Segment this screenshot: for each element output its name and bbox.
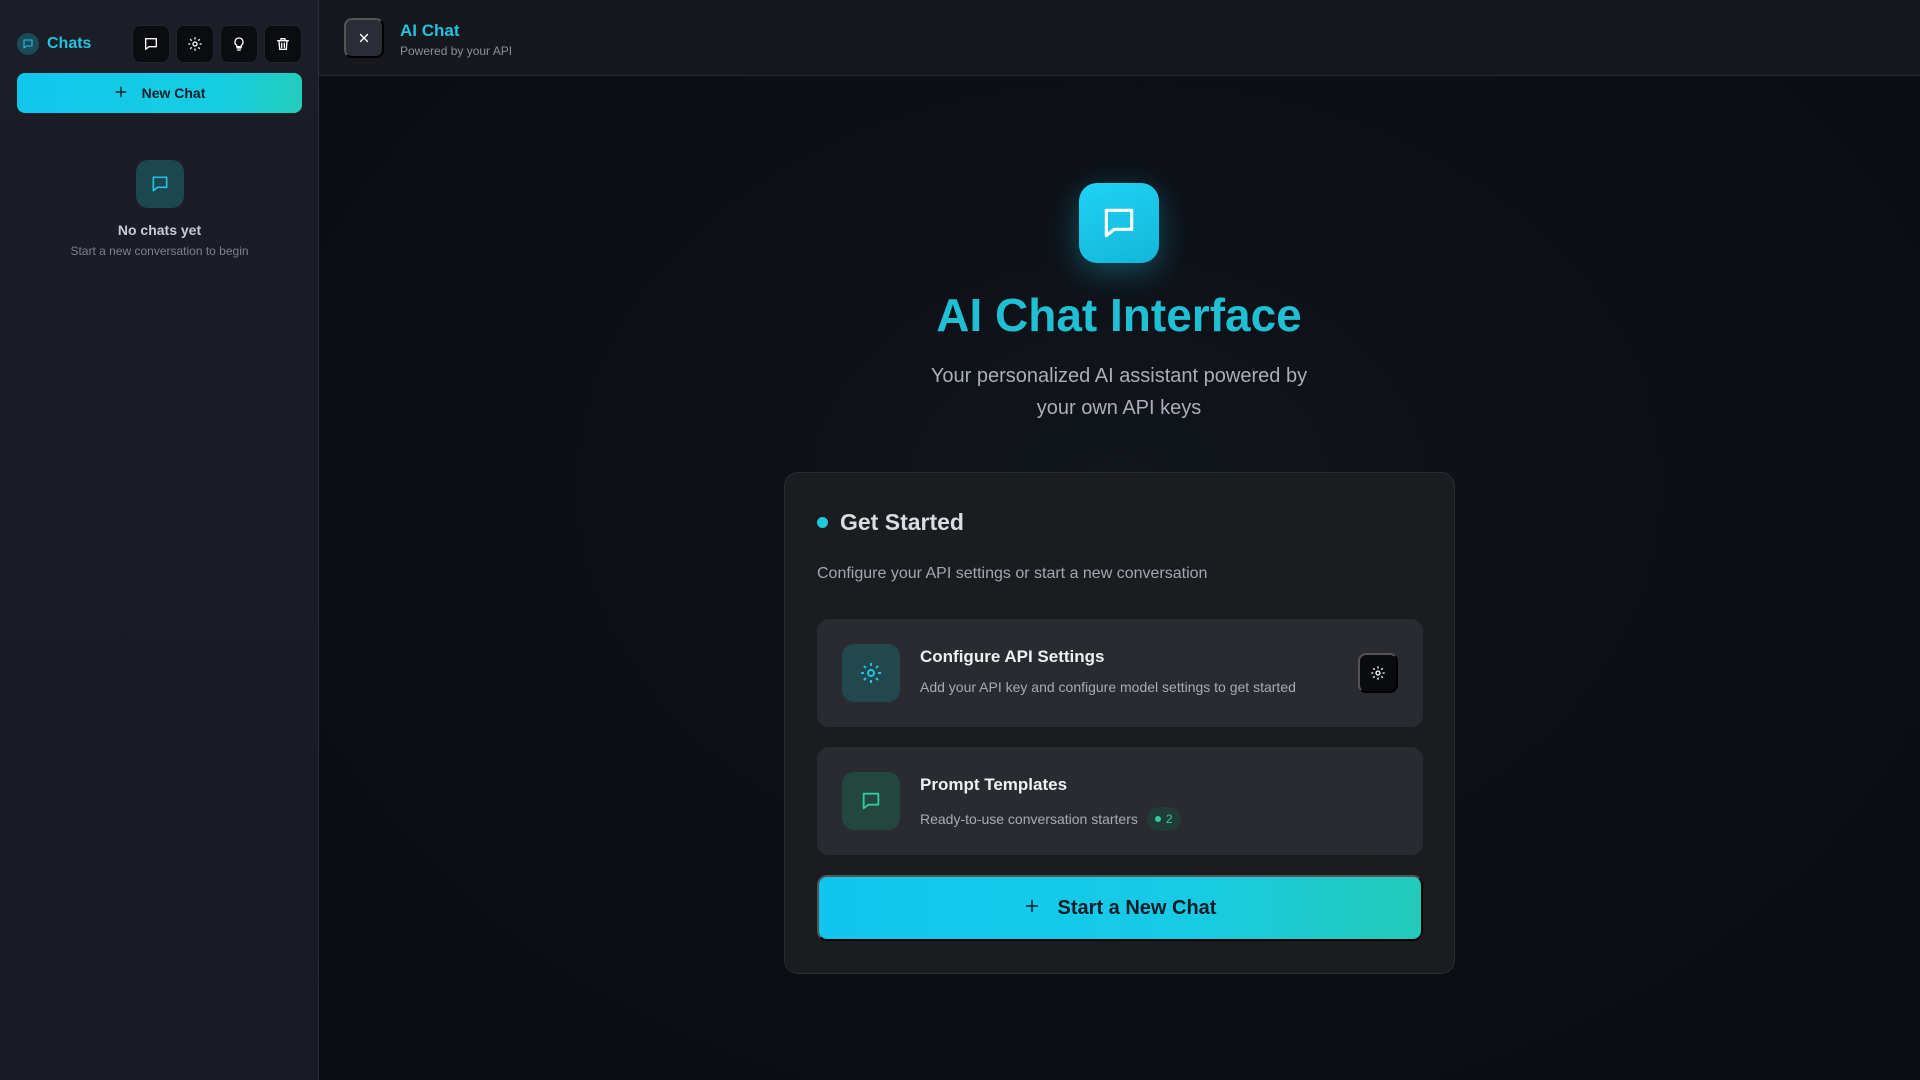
empty-title: No chats yet bbox=[117, 222, 202, 238]
sidebar-toolbar bbox=[132, 25, 302, 63]
template-count-badge: 2 bbox=[1146, 807, 1181, 831]
hero-title: AI Chat Interface bbox=[936, 289, 1302, 341]
new-chat-label: New Chat bbox=[141, 85, 206, 101]
gear-icon bbox=[1371, 666, 1385, 680]
sidebar-title: Chats bbox=[47, 35, 92, 52]
option-description-text: Add your API key and configure model set… bbox=[920, 679, 1296, 695]
start-new-chat-label: Start a New Chat bbox=[1057, 896, 1217, 919]
settings-button[interactable] bbox=[176, 25, 214, 63]
sidebar-header: Chats bbox=[17, 25, 302, 63]
chat-bubble-icon bbox=[135, 160, 184, 208]
option-title: Configure API Settings bbox=[920, 647, 1105, 666]
sidebar-brand: Chats bbox=[17, 33, 91, 55]
trash-icon bbox=[277, 38, 289, 50]
sidebar: Chats New Chat No chats yet Start a new … bbox=[0, 0, 319, 1080]
card-header: Get Started bbox=[817, 509, 964, 536]
app-title: AI Chat bbox=[400, 21, 460, 40]
badge-count: 2 bbox=[1165, 812, 1173, 826]
chat-bubble-icon bbox=[17, 33, 39, 55]
option-description-text: Ready-to-use conversation starters bbox=[920, 811, 1138, 827]
gear-icon bbox=[842, 644, 900, 702]
gear-icon bbox=[188, 37, 202, 51]
open-settings-button[interactable] bbox=[1358, 653, 1398, 693]
new-chat-icon-button[interactable] bbox=[132, 25, 170, 63]
badge-dot bbox=[1154, 816, 1161, 822]
status-dot bbox=[817, 517, 828, 528]
top-bar: AI Chat Powered by your API bbox=[319, 0, 1920, 76]
empty-subtitle: Start a new conversation to begin bbox=[70, 244, 249, 258]
option-title: Prompt Templates bbox=[920, 775, 1068, 794]
close-icon bbox=[359, 33, 369, 43]
card-subtitle: Configure your API settings or start a n… bbox=[817, 565, 1208, 582]
option-description: Ready-to-use conversation starters 2 bbox=[920, 807, 1181, 831]
chat-bubble-icon bbox=[1104, 208, 1134, 238]
option-description: Add your API key and configure model set… bbox=[920, 679, 1296, 695]
prompt-templates-option[interactable]: Prompt Templates Ready-to-use conversati… bbox=[817, 747, 1423, 855]
app-subtitle: Powered by your API bbox=[400, 44, 513, 58]
app-window: Chats New Chat No chats yet Start a new … bbox=[0, 0, 1920, 1080]
hero-chat-icon bbox=[1079, 183, 1159, 263]
lightbulb-icon bbox=[234, 37, 244, 51]
start-new-chat-button[interactable]: Start a New Chat bbox=[817, 875, 1423, 941]
card-title: Get Started bbox=[840, 509, 964, 535]
prompts-button[interactable] bbox=[220, 25, 258, 63]
plus-icon bbox=[1024, 897, 1040, 920]
get-started-card: Get Started Configure your API settings … bbox=[784, 472, 1455, 974]
plus-icon bbox=[114, 85, 128, 102]
chat-bubble-icon bbox=[145, 38, 157, 50]
new-chat-button[interactable]: New Chat bbox=[17, 73, 302, 113]
chat-bubble-icon bbox=[842, 772, 900, 830]
hero-subtitle: Your personalized AI assistant powered b… bbox=[930, 365, 1308, 419]
close-sidebar-button[interactable] bbox=[344, 18, 384, 58]
delete-button[interactable] bbox=[264, 25, 302, 63]
empty-chats-state: No chats yet Start a new conversation to… bbox=[0, 160, 319, 258]
main-panel: AI Chat Powered by your API AI Chat Inte… bbox=[319, 0, 1920, 1080]
configure-api-option[interactable]: Configure API Settings Add your API key … bbox=[817, 619, 1423, 727]
